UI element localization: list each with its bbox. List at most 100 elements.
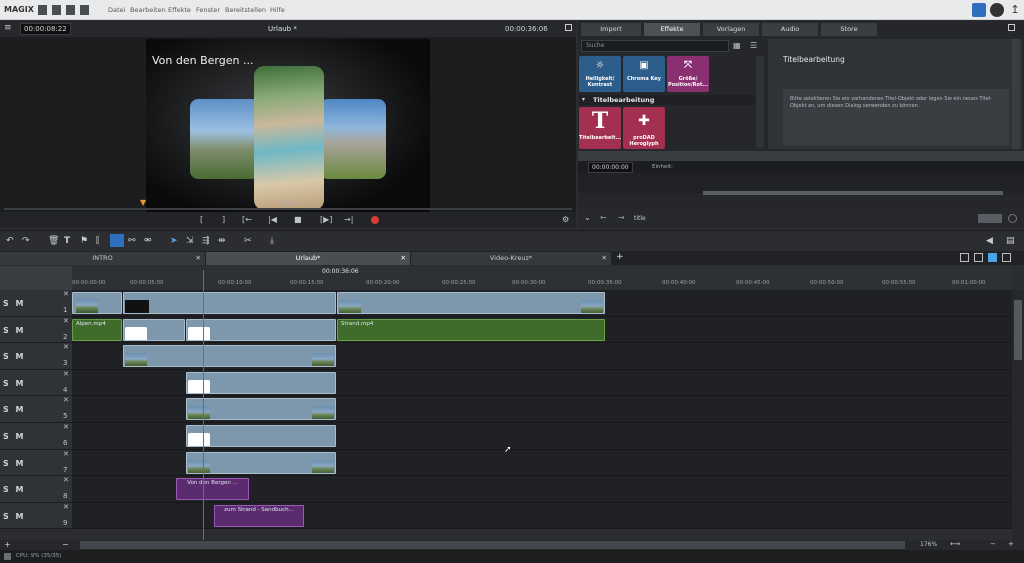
title-clip-bergen[interactable]: Von den Bergen ... [176, 478, 249, 501]
audio-clip-alpen[interactable]: Alpen.mp4 [72, 318, 122, 341]
track-solo-mute[interactable]: S M [3, 405, 26, 414]
add-tab-icon[interactable]: + [616, 252, 624, 262]
video-clip[interactable] [186, 371, 336, 394]
track-solo-mute[interactable]: S M [3, 299, 26, 308]
track-solo-mute[interactable]: S M [3, 352, 26, 361]
effect-tile-heroglyph[interactable]: ✚ proDAD Heroglyph [623, 107, 665, 149]
track-lane[interactable]: zum Strand - Sandbuch... [72, 502, 1012, 530]
playhead-marker-icon[interactable]: ▼ [140, 198, 146, 207]
add-track-icon[interactable]: + [4, 540, 11, 549]
split-icon[interactable]: ⫿ [96, 236, 99, 246]
remove-track-icon[interactable]: − [62, 540, 69, 549]
cut-tool-icon[interactable]: ✂ [244, 236, 252, 246]
layout-2-icon[interactable] [974, 253, 983, 262]
preview-scrubber[interactable]: ▼ 36:06 [0, 198, 576, 212]
track-lane[interactable] [72, 290, 1012, 317]
ripple-tool-icon[interactable]: ⇹ [218, 236, 226, 246]
video-clip[interactable] [123, 318, 185, 341]
grid-icon[interactable] [80, 5, 89, 15]
go-to-out-button[interactable]: →| [344, 215, 353, 224]
menu-bereitstellen[interactable]: Bereitstellen [225, 6, 266, 14]
video-clip[interactable] [186, 425, 336, 447]
menu-fenster[interactable]: Fenster [196, 6, 220, 14]
track-close-icon[interactable]: ✕ [63, 317, 69, 325]
settings-icon[interactable]: ⚙ [562, 215, 569, 224]
effect-tile-size-position[interactable]: ⤧ Größe/ Position/Rot... [667, 56, 709, 92]
link-icon[interactable]: ⚯ [128, 236, 136, 246]
range-tool-icon[interactable]: ⇲ [186, 236, 194, 246]
menu-effekte[interactable]: Effekte [168, 6, 191, 14]
tab-intro[interactable]: INTRO ✕ [0, 252, 205, 265]
close-icon[interactable]: ✕ [602, 252, 607, 265]
delete-icon[interactable]: 🗑 [48, 236, 59, 246]
new-file-icon[interactable] [38, 5, 47, 15]
menu-datei[interactable]: Datei [108, 6, 125, 14]
slip-tool-icon[interactable]: ⇶ [202, 236, 210, 246]
mixer-icon[interactable]: ▤ [1006, 236, 1015, 246]
timeline-playhead[interactable] [203, 270, 204, 540]
track-lane[interactable]: Alpen.mp4 Strand.mp4 [72, 316, 1012, 344]
timecode-left[interactable]: 00:00:08:22 [20, 23, 71, 35]
speaker-icon[interactable]: ◀ [986, 236, 993, 246]
timeline-ruler[interactable]: 00:00:36:06 00:00:00:00 00:00:05:00 00:0… [72, 266, 1012, 290]
track-close-icon[interactable]: ✕ [63, 343, 69, 351]
panel-maximize-icon[interactable] [1008, 24, 1015, 31]
go-to-in-button[interactable]: [← [242, 215, 252, 224]
track-close-icon[interactable]: ✕ [63, 423, 69, 431]
track-close-icon[interactable]: ✕ [63, 450, 69, 458]
horizontal-scroll-thumb[interactable] [80, 541, 905, 549]
tab-import[interactable]: Import [581, 23, 641, 36]
audio-clip-strand[interactable]: Strand.mp4 [337, 318, 605, 341]
track-lane[interactable] [72, 369, 1012, 397]
video-clip[interactable] [186, 318, 336, 341]
magnet-icon[interactable] [110, 234, 124, 247]
tab-urlaub[interactable]: Urlaub* ✕ [206, 252, 410, 265]
editor-scrollbar[interactable] [1012, 39, 1020, 149]
track-lane[interactable] [72, 423, 1012, 450]
track-lane[interactable] [72, 343, 1012, 370]
effect-tile-title-editing[interactable]: T Titelbearbeit... [579, 107, 621, 149]
video-clip[interactable] [123, 292, 336, 314]
upload-icon[interactable]: ↥ [1008, 3, 1022, 17]
layout-3-icon[interactable] [988, 253, 997, 262]
kf-scrollbar[interactable] [703, 191, 1003, 195]
record-button[interactable] [371, 216, 379, 224]
redo-icon[interactable]: ↷ [22, 236, 30, 246]
mark-in-button[interactable]: [ [200, 215, 203, 224]
video-clip[interactable] [72, 292, 122, 314]
unlink-icon[interactable]: ⚮ [144, 236, 152, 246]
layout-1-icon[interactable] [960, 253, 969, 262]
track-lane[interactable] [72, 396, 1012, 423]
mark-out-button[interactable]: ] [222, 215, 225, 224]
track-solo-mute[interactable]: S M [3, 512, 26, 521]
close-icon[interactable]: ✕ [401, 252, 406, 265]
expand-down-icon[interactable]: ⌄ [584, 213, 591, 222]
menu-bearbeiten[interactable]: Bearbeiten [130, 6, 166, 14]
layout-4-icon[interactable] [1002, 253, 1011, 262]
title-icon[interactable]: T [64, 236, 70, 246]
play-range-button[interactable]: [▶] [320, 215, 332, 224]
open-folder-icon[interactable] [52, 5, 61, 15]
grid-view-icon[interactable]: ▦ [733, 41, 741, 50]
track-solo-mute[interactable]: S M [3, 485, 26, 494]
save-icon[interactable] [66, 5, 75, 15]
forward-arrow-icon[interactable]: → [618, 213, 625, 222]
help-icon[interactable] [1008, 214, 1017, 223]
close-icon[interactable]: ✕ [196, 252, 201, 265]
track-lane[interactable]: Von den Bergen ... [72, 476, 1012, 503]
tab-video-kreuz[interactable]: Video-Kreuz* ✕ [411, 252, 611, 265]
track-close-icon[interactable]: ✕ [63, 396, 69, 404]
prev-marker-button[interactable]: |◀ [268, 215, 277, 224]
zoom-level[interactable]: 176% [920, 541, 937, 548]
track-solo-mute[interactable]: S M [3, 459, 26, 468]
vertical-scroll-thumb[interactable] [1014, 300, 1022, 360]
marker-icon[interactable]: ⚑ [80, 236, 88, 246]
track-close-icon[interactable]: ✕ [63, 290, 69, 298]
track-close-icon[interactable]: ✕ [63, 476, 69, 484]
effects-scrollbar[interactable] [756, 56, 764, 148]
tab-audio[interactable]: Audio [762, 23, 818, 36]
video-clip[interactable] [337, 292, 605, 314]
track-close-icon[interactable]: ✕ [63, 503, 69, 511]
zoom-fit-icon[interactable]: ⟷ [950, 540, 960, 548]
track-close-icon[interactable]: ✕ [63, 370, 69, 378]
